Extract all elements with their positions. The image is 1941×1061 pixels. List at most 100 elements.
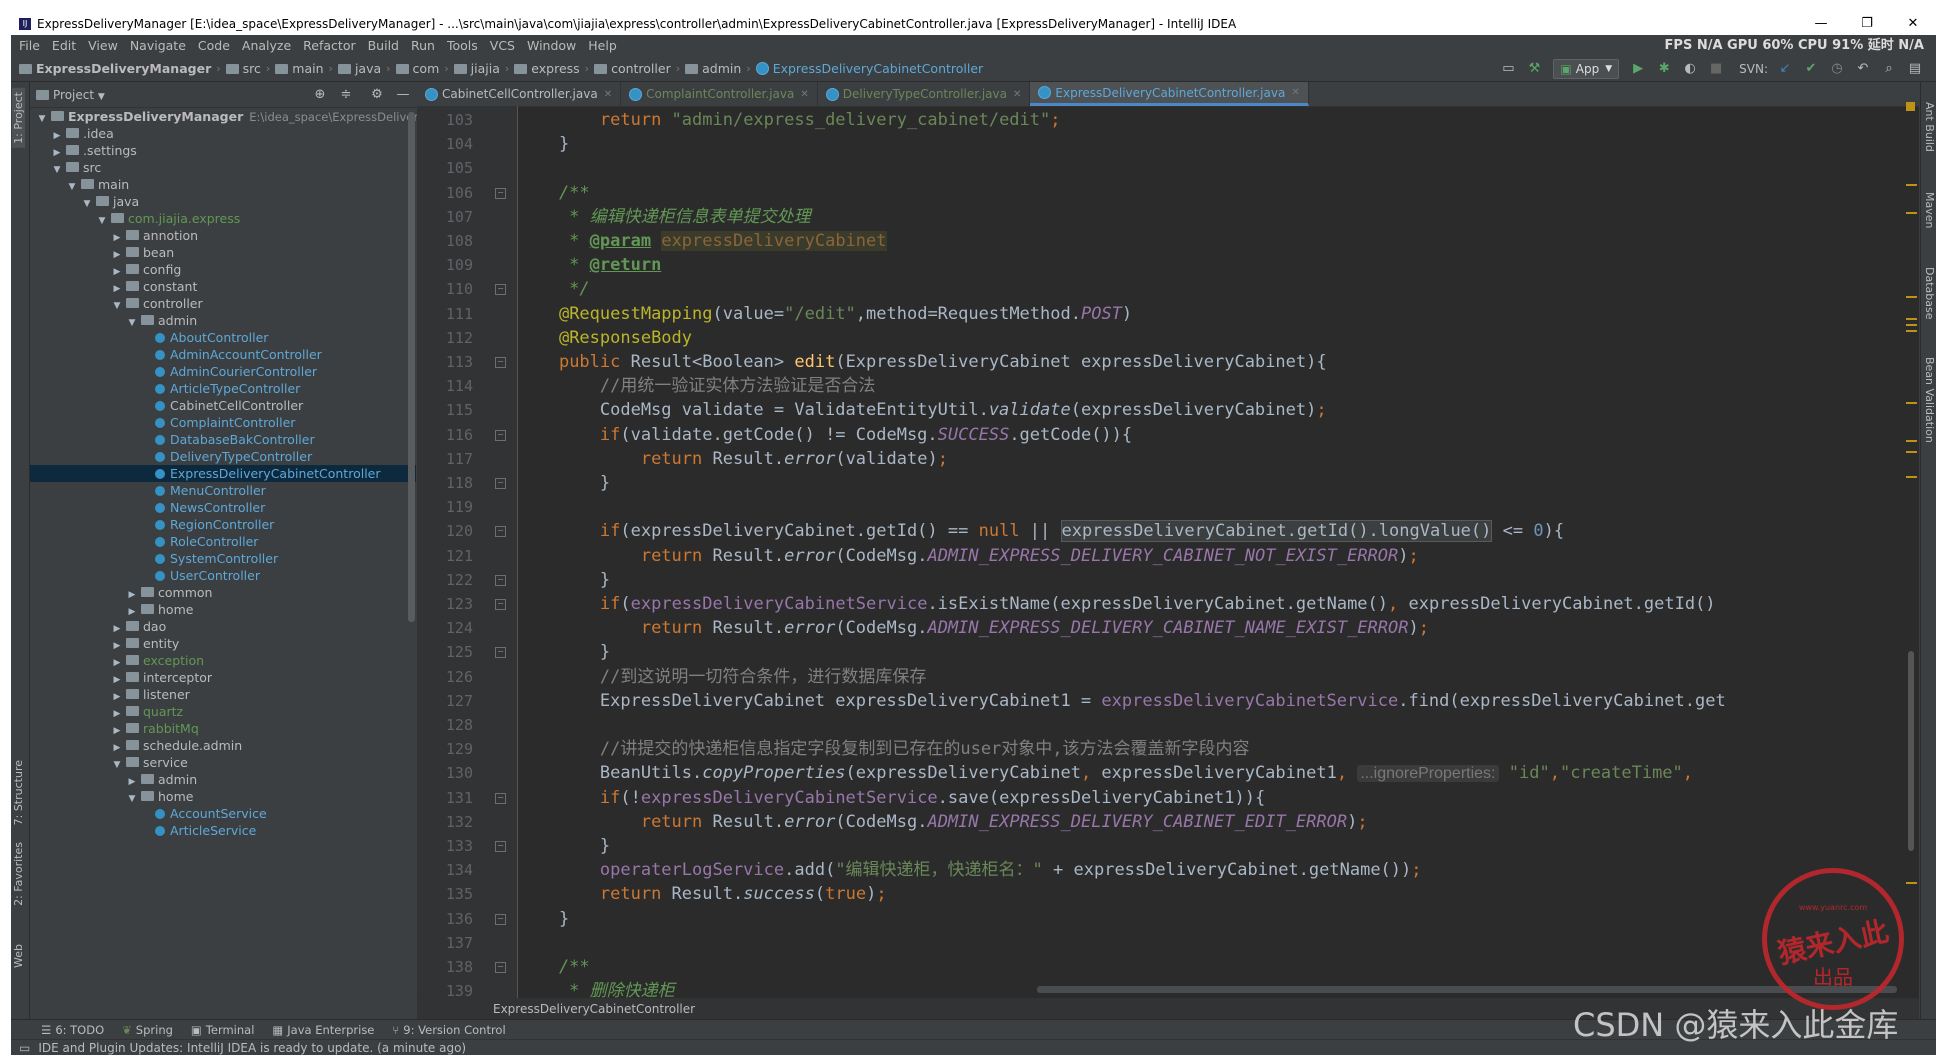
project-view-dropdown[interactable]: Project ▼ — [53, 88, 105, 102]
run-icon[interactable]: ▶ — [1628, 59, 1648, 79]
menu-refactor[interactable]: Refactor — [297, 38, 361, 53]
close-button[interactable]: ✕ — [1890, 13, 1936, 35]
code-line[interactable]: return Result.error(CodeMsg.ADMIN_EXPRES… — [518, 810, 1368, 834]
tree-folder-item[interactable]: ▶ interceptor — [30, 669, 416, 686]
crumb-express[interactable]: express — [514, 61, 580, 76]
fold-icon[interactable]: − — [495, 599, 506, 610]
tool-tab-version-control[interactable]: ⑂ 9: Version Control — [392, 1023, 505, 1037]
code-view[interactable]: return "admin/express_delivery_cabinet/e… — [518, 106, 1908, 998]
tree-class-item[interactable]: ExpressDeliveryCabinetController — [30, 465, 416, 482]
crumb-com[interactable]: com — [395, 61, 439, 76]
tree-folder-item[interactable]: ▶ dao — [30, 618, 416, 635]
tree-folder-item[interactable]: ▶ home — [30, 601, 416, 618]
code-line[interactable]: * 编辑快递柜信息表单提交处理 — [518, 205, 810, 229]
close-icon[interactable]: ✕ — [800, 89, 808, 100]
tool-tab-java-enterprise[interactable]: ▦ Java Enterprise — [272, 1023, 374, 1037]
tree-folder-item[interactable]: ▶ config — [30, 261, 416, 278]
code-line[interactable]: @RequestMapping(value="/edit",method=Req… — [518, 302, 1132, 326]
menu-edit[interactable]: Edit — [46, 38, 82, 53]
crumb-jiajia[interactable]: jiajia — [453, 61, 500, 76]
close-icon[interactable]: ✕ — [604, 89, 612, 100]
tool-tab-database[interactable]: Database — [1923, 267, 1936, 320]
code-line[interactable]: * @param expressDeliveryCabinet — [518, 229, 887, 253]
crumb-java[interactable]: java — [337, 61, 381, 76]
code-line[interactable]: @ResponseBody — [518, 326, 692, 350]
tree-class-item[interactable]: AdminCourierController — [30, 363, 416, 380]
tree-class-item[interactable]: MenuController — [30, 482, 416, 499]
tab-cabinet-cell-controller[interactable]: CabinetCellController.java ✕ — [417, 82, 622, 106]
tool-tab-todo[interactable]: ☰ 6: TODO — [41, 1023, 104, 1037]
fold-icon[interactable]: − — [495, 478, 506, 489]
fold-icon[interactable]: − — [495, 429, 506, 441]
tool-tab-project[interactable]: 1: Project — [12, 88, 25, 148]
fold-icon[interactable]: − — [495, 574, 506, 586]
tree-folder-item[interactable]: ▶ entity — [30, 635, 416, 652]
tree-folder-item[interactable]: ▶ common — [30, 584, 416, 601]
fold-icon[interactable]: − — [495, 357, 506, 368]
run-config-dropdown[interactable]: ▣ App ▼ — [1553, 58, 1620, 79]
crumb-main[interactable]: main — [275, 61, 324, 76]
menu-run[interactable]: Run — [405, 38, 441, 53]
tree-folder-item[interactable]: ▼ java — [30, 193, 416, 210]
fold-icon[interactable]: − — [495, 526, 506, 538]
gear-icon[interactable]: ⚙ — [367, 85, 387, 105]
crumb-class[interactable]: ExpressDeliveryCabinetController — [755, 61, 983, 76]
code-line[interactable]: } — [518, 568, 610, 592]
tree-folder-item[interactable]: ▼ main — [30, 176, 416, 193]
code-line[interactable]: return Result.success(true); — [518, 882, 887, 906]
tree-folder-item[interactable]: ▶ quartz — [30, 703, 416, 720]
tree-class-item[interactable]: ArticleService — [30, 822, 416, 839]
tool-tab-bean-validation[interactable]: Bean Validation — [1923, 357, 1936, 443]
code-line[interactable]: } — [518, 471, 610, 495]
tree-folder-item[interactable]: ▶ .settings — [30, 142, 416, 159]
code-line[interactable]: /** — [518, 955, 590, 979]
history-icon[interactable]: ◷ — [1827, 59, 1847, 79]
tree-folder-item[interactable]: ▼ service — [30, 754, 416, 771]
revert-icon[interactable]: ↶ — [1853, 59, 1873, 79]
tree-folder-item[interactable]: ▶ admin — [30, 771, 416, 788]
code-line[interactable]: * 删除快递柜 — [518, 979, 674, 998]
search-icon[interactable]: ⌕ — [1879, 59, 1899, 79]
svn-commit-icon[interactable]: ✔ — [1801, 59, 1821, 79]
crumb-admin[interactable]: admin — [685, 61, 741, 76]
code-line[interactable]: if(validate.getCode() != CodeMsg.SUCCESS… — [518, 423, 1132, 447]
menu-file[interactable]: File — [13, 38, 46, 53]
tree-folder-item[interactable]: ▶ .idea — [30, 125, 416, 142]
menu-help[interactable]: Help — [582, 38, 623, 53]
project-structure-icon[interactable]: ▭ — [1498, 59, 1518, 79]
tool-tab-web[interactable]: Web — [12, 944, 25, 968]
tree-class-item[interactable]: UserController — [30, 567, 416, 584]
fold-icon[interactable]: − — [495, 962, 506, 973]
code-line[interactable]: if(expressDeliveryCabinet.getId() == nul… — [518, 519, 1564, 543]
tree-folder-item[interactable]: ▼ ExpressDeliveryManager E:\idea_space\Exp… — [30, 108, 476, 125]
tree-folder-item[interactable]: ▼ com.jiajia.express — [30, 210, 416, 227]
menu-vcs[interactable]: VCS — [484, 38, 521, 53]
fold-icon[interactable]: − — [495, 913, 506, 925]
status-window-icon[interactable]: ▭ — [19, 1041, 30, 1055]
fold-icon[interactable]: − — [495, 284, 506, 296]
menu-navigate[interactable]: Navigate — [124, 38, 192, 53]
close-icon[interactable]: ✕ — [1013, 89, 1021, 100]
tree-class-item[interactable]: ArticleTypeController — [30, 380, 416, 397]
tree-class-item[interactable]: DatabaseBakController — [30, 431, 416, 448]
coverage-icon[interactable]: ◐ — [1680, 59, 1700, 79]
tree-folder-item[interactable]: ▶ schedule.admin — [30, 737, 416, 754]
tree-class-item[interactable]: CabinetCellController — [30, 397, 416, 414]
locate-icon[interactable]: ⊕ — [310, 85, 330, 105]
menu-code[interactable]: Code — [192, 38, 236, 53]
build-hammer-icon[interactable]: ⚒ — [1524, 59, 1544, 79]
code-line[interactable]: if(!expressDeliveryCabinetService.save(e… — [518, 786, 1265, 810]
code-line[interactable]: //到这说明一切符合条件，进行数据库保存 — [518, 665, 926, 689]
tab-delivery-type-controller[interactable]: DeliveryTypeController.java ✕ — [818, 82, 1031, 106]
code-line[interactable]: } — [518, 132, 569, 156]
collapse-all-icon[interactable]: ≑ — [336, 85, 356, 105]
tree-folder-item[interactable]: ▶ bean — [30, 244, 416, 261]
menu-view[interactable]: View — [82, 38, 124, 53]
debug-icon[interactable]: ✱ — [1654, 59, 1674, 79]
tree-class-item[interactable]: AdminAccountController — [30, 346, 416, 363]
fold-icon[interactable]: − — [495, 841, 506, 852]
code-line[interactable]: return Result.error(CodeMsg.ADMIN_EXPRES… — [518, 616, 1429, 640]
code-line[interactable]: BeanUtils.copyProperties(expressDelivery… — [518, 761, 1693, 785]
fold-icon[interactable]: − — [495, 647, 506, 659]
code-line[interactable]: } — [518, 907, 569, 931]
